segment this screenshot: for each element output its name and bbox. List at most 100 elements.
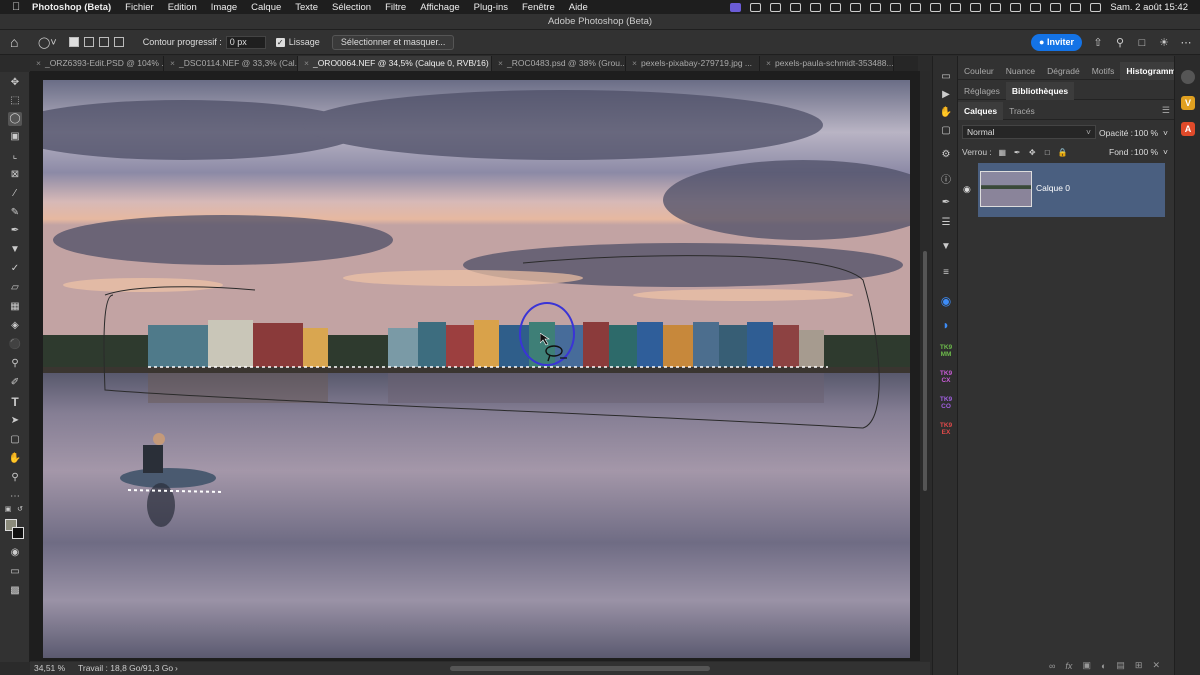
menu-image[interactable]: Image — [211, 2, 237, 13]
frame-tool-icon[interactable]: ⊠ — [8, 168, 22, 182]
fill-input[interactable]: 100 % — [1134, 146, 1158, 158]
subtract-selection-icon[interactable] — [98, 37, 109, 47]
status-menu-chevron[interactable]: › — [175, 662, 178, 675]
hand-stamp-icon[interactable]: ✋ — [939, 106, 953, 120]
control-center-icon[interactable] — [1050, 2, 1062, 12]
tray-media-icon[interactable] — [970, 2, 982, 12]
lasso-tool-icon[interactable]: ◯ — [8, 112, 22, 126]
apple-icon[interactable]:  — [12, 1, 24, 13]
crop-tool-icon[interactable]: ⌞ — [8, 149, 22, 163]
tab-motifs[interactable]: Motifs — [1086, 62, 1121, 80]
blur-tool-icon[interactable]: ◈ — [8, 319, 22, 333]
scroll-thumb[interactable] — [923, 251, 927, 491]
tk-cx-icon[interactable]: TK9 CX — [939, 370, 953, 384]
menu-aide[interactable]: Aide — [569, 2, 588, 13]
tk-ex-icon[interactable]: TK9 EX — [939, 422, 953, 436]
brush-tool-icon[interactable]: ✒ — [8, 224, 22, 238]
close-icon[interactable]: × — [304, 58, 309, 68]
lock-position-icon[interactable]: ✥ — [1028, 148, 1037, 157]
trash-icon[interactable]: ✕ — [1152, 660, 1160, 671]
siri-icon[interactable] — [1090, 2, 1102, 12]
plugin-pie-icon[interactable]: ◗ — [939, 318, 953, 332]
tray-pen-icon[interactable] — [810, 2, 822, 12]
doc-tab-5[interactable]: × pexels-pixabay-279719.jpg ... — [626, 56, 760, 71]
tab-bibliotheques[interactable]: Bibliothèques — [1005, 81, 1075, 100]
intersect-selection-icon[interactable] — [113, 37, 124, 47]
default-colors-icon[interactable]: ▣ — [4, 506, 12, 514]
close-icon[interactable]: × — [170, 58, 175, 68]
lock-artboard-icon[interactable]: □ — [1043, 148, 1052, 157]
feather-input[interactable]: 0 px — [225, 35, 266, 49]
opacity-input[interactable]: 100 % — [1134, 127, 1158, 139]
adjust-icon[interactable]: ≡ — [939, 266, 953, 280]
invite-button[interactable]: ● Inviter — [1031, 34, 1082, 51]
close-icon[interactable]: × — [498, 58, 503, 68]
panel-menu-icon[interactable]: ☰ — [1162, 105, 1170, 116]
dodge-tool-icon[interactable]: ⚫ — [8, 338, 22, 352]
new-group-icon[interactable]: ▤ — [1116, 660, 1125, 671]
brush-settings-icon[interactable]: ✒ — [939, 196, 953, 210]
menu-edition[interactable]: Edition — [168, 2, 197, 13]
swap-colors-icon[interactable]: ↺ — [16, 506, 24, 514]
tray-bell-icon[interactable] — [1010, 2, 1022, 12]
menu-clock[interactable]: Sam. 2 août 15:42 — [1110, 2, 1188, 13]
tray-clock-icon[interactable] — [990, 2, 1002, 12]
marquee-tool-icon[interactable]: ⬚ — [8, 94, 22, 108]
tray-circle-icon[interactable] — [770, 2, 782, 12]
tray-chat-icon[interactable] — [790, 2, 802, 12]
pen-tool-icon[interactable]: ✐ — [8, 376, 22, 390]
tk-co-icon[interactable]: TK9 CO — [939, 396, 953, 410]
link-layers-icon[interactable]: ∞ — [1049, 661, 1055, 671]
menu-fichier[interactable]: Fichier — [125, 2, 154, 13]
eraser-tool-icon[interactable]: ▱ — [8, 281, 22, 295]
arrange-icon[interactable]: ▭ — [939, 70, 953, 84]
tray-grid-icon[interactable] — [930, 2, 942, 12]
lasso-preset-icon[interactable]: ◯˅ — [38, 36, 57, 49]
screen-mode-icon[interactable]: ▭ — [8, 565, 22, 579]
healing-tool-icon[interactable]: ✎ — [8, 206, 22, 220]
add-mask-icon[interactable]: ▣ — [1082, 660, 1091, 671]
move-tool-icon[interactable]: ✥ — [8, 76, 22, 90]
more-icon[interactable]: ⋯ — [1180, 37, 1192, 49]
tab-couleur[interactable]: Couleur — [958, 62, 1000, 80]
history-brush-tool-icon[interactable]: ✓ — [8, 262, 22, 276]
close-icon[interactable]: × — [632, 58, 637, 68]
spotlight-icon[interactable] — [1070, 2, 1082, 12]
menu-fenetre[interactable]: Fenêtre — [522, 2, 555, 13]
menu-selection[interactable]: Sélection — [332, 2, 371, 13]
dodge-tool-icon[interactable]: ⚲ — [8, 357, 22, 371]
new-layer-icon[interactable]: ⊞ — [1135, 660, 1143, 671]
tab-reglages[interactable]: Réglages — [958, 82, 1006, 100]
workspace-icon[interactable]: □ — [1136, 37, 1148, 49]
blend-mode-select[interactable]: Normal ˅ — [962, 125, 1096, 139]
search-icon[interactable]: ⚲ — [1114, 37, 1126, 49]
select-and-mask-button[interactable]: Sélectionner et masquer... — [331, 34, 455, 50]
menu-texte[interactable]: Texte — [295, 2, 318, 13]
wifi-icon[interactable] — [1030, 2, 1042, 12]
light-icon[interactable]: ☀ — [1158, 37, 1170, 49]
new-selection-icon[interactable] — [68, 37, 79, 47]
close-icon[interactable]: × — [766, 58, 771, 68]
canvas-area[interactable] — [30, 71, 920, 661]
tab-calques[interactable]: Calques — [958, 101, 1004, 120]
collapse-panels-icon[interactable] — [1181, 70, 1195, 84]
eyedropper-tool-icon[interactable]: ⁄ — [8, 187, 22, 201]
quick-mask-icon[interactable]: ◉ — [8, 546, 22, 560]
tray-camera-icon[interactable] — [750, 2, 762, 12]
chevron-down-icon[interactable]: ˅ — [1163, 127, 1168, 139]
stamp-source-icon[interactable]: ▼ — [939, 240, 953, 254]
lock-transparency-icon[interactable]: ▦ — [998, 148, 1007, 157]
actions-icon[interactable]: ▶ — [939, 88, 953, 102]
menu-app-name[interactable]: Photoshop (Beta) — [32, 2, 111, 13]
tab-degrade[interactable]: Dégradé — [1041, 62, 1086, 80]
rectangle-tool-icon[interactable]: ▢ — [8, 433, 22, 447]
tab-nuance[interactable]: Nuance — [1000, 62, 1041, 80]
add-selection-icon[interactable] — [83, 37, 94, 47]
menu-filtre[interactable]: Filtre — [385, 2, 406, 13]
plugin-blue-icon[interactable]: ◉ — [939, 294, 953, 308]
share-icon[interactable]: ⇧ — [1092, 37, 1104, 49]
doc-tab-4[interactable]: × _ROC0483.psd @ 38% (Grou... — [492, 56, 626, 71]
tab-traces[interactable]: Tracés — [1003, 102, 1041, 120]
doc-tab-6[interactable]: × pexels-paula-schmidt-353488... — [760, 56, 894, 71]
doc-tab-1[interactable]: × _ORZ6393-Edit.PSD @ 104% ... — [30, 56, 164, 71]
